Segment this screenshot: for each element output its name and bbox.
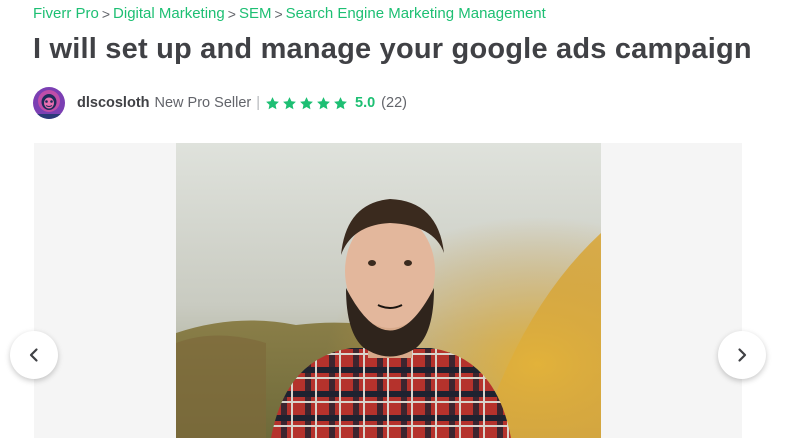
rating-score: 5.0	[355, 95, 376, 111]
gallery-prev-button[interactable]	[10, 331, 58, 379]
breadcrumb-separator: >	[274, 5, 283, 22]
avatar[interactable]	[33, 87, 65, 119]
gig-title: I will set up and manage your google ads…	[33, 33, 752, 65]
star-rating	[265, 96, 350, 111]
star-icon	[266, 96, 279, 109]
breadcrumb-fiverr-pro[interactable]: Fiverr Pro	[33, 5, 99, 22]
chevron-right-icon	[738, 348, 747, 362]
gallery-next-button[interactable]	[718, 331, 766, 379]
gig-gallery	[34, 143, 742, 438]
breadcrumb-search-engine-marketing-management[interactable]: Search Engine Marketing Management	[286, 5, 546, 22]
star-icon	[334, 96, 347, 109]
ratings-count[interactable]: (22)	[381, 95, 407, 111]
breadcrumb-sem[interactable]: SEM	[239, 5, 272, 22]
divider: |	[256, 95, 260, 111]
breadcrumb-digital-marketing[interactable]: Digital Marketing	[113, 5, 225, 22]
star-icon	[283, 96, 296, 109]
seller-level: New Pro Seller	[154, 95, 252, 111]
chevron-left-icon	[29, 348, 38, 362]
seller-username-link[interactable]: dlscosloth	[77, 95, 150, 111]
breadcrumb-separator: >	[227, 5, 236, 22]
seller-photo	[176, 143, 601, 438]
breadcrumb-separator: >	[101, 5, 111, 22]
star-icon	[317, 96, 330, 109]
avatar-sloth-icon	[33, 87, 65, 119]
seller-overview: dlscosloth New Pro Seller | 5.0 (22)	[33, 86, 407, 120]
breadcrumb: Fiverr Pro > Digital Marketing > SEM > S…	[33, 5, 546, 22]
star-icon	[300, 96, 313, 109]
